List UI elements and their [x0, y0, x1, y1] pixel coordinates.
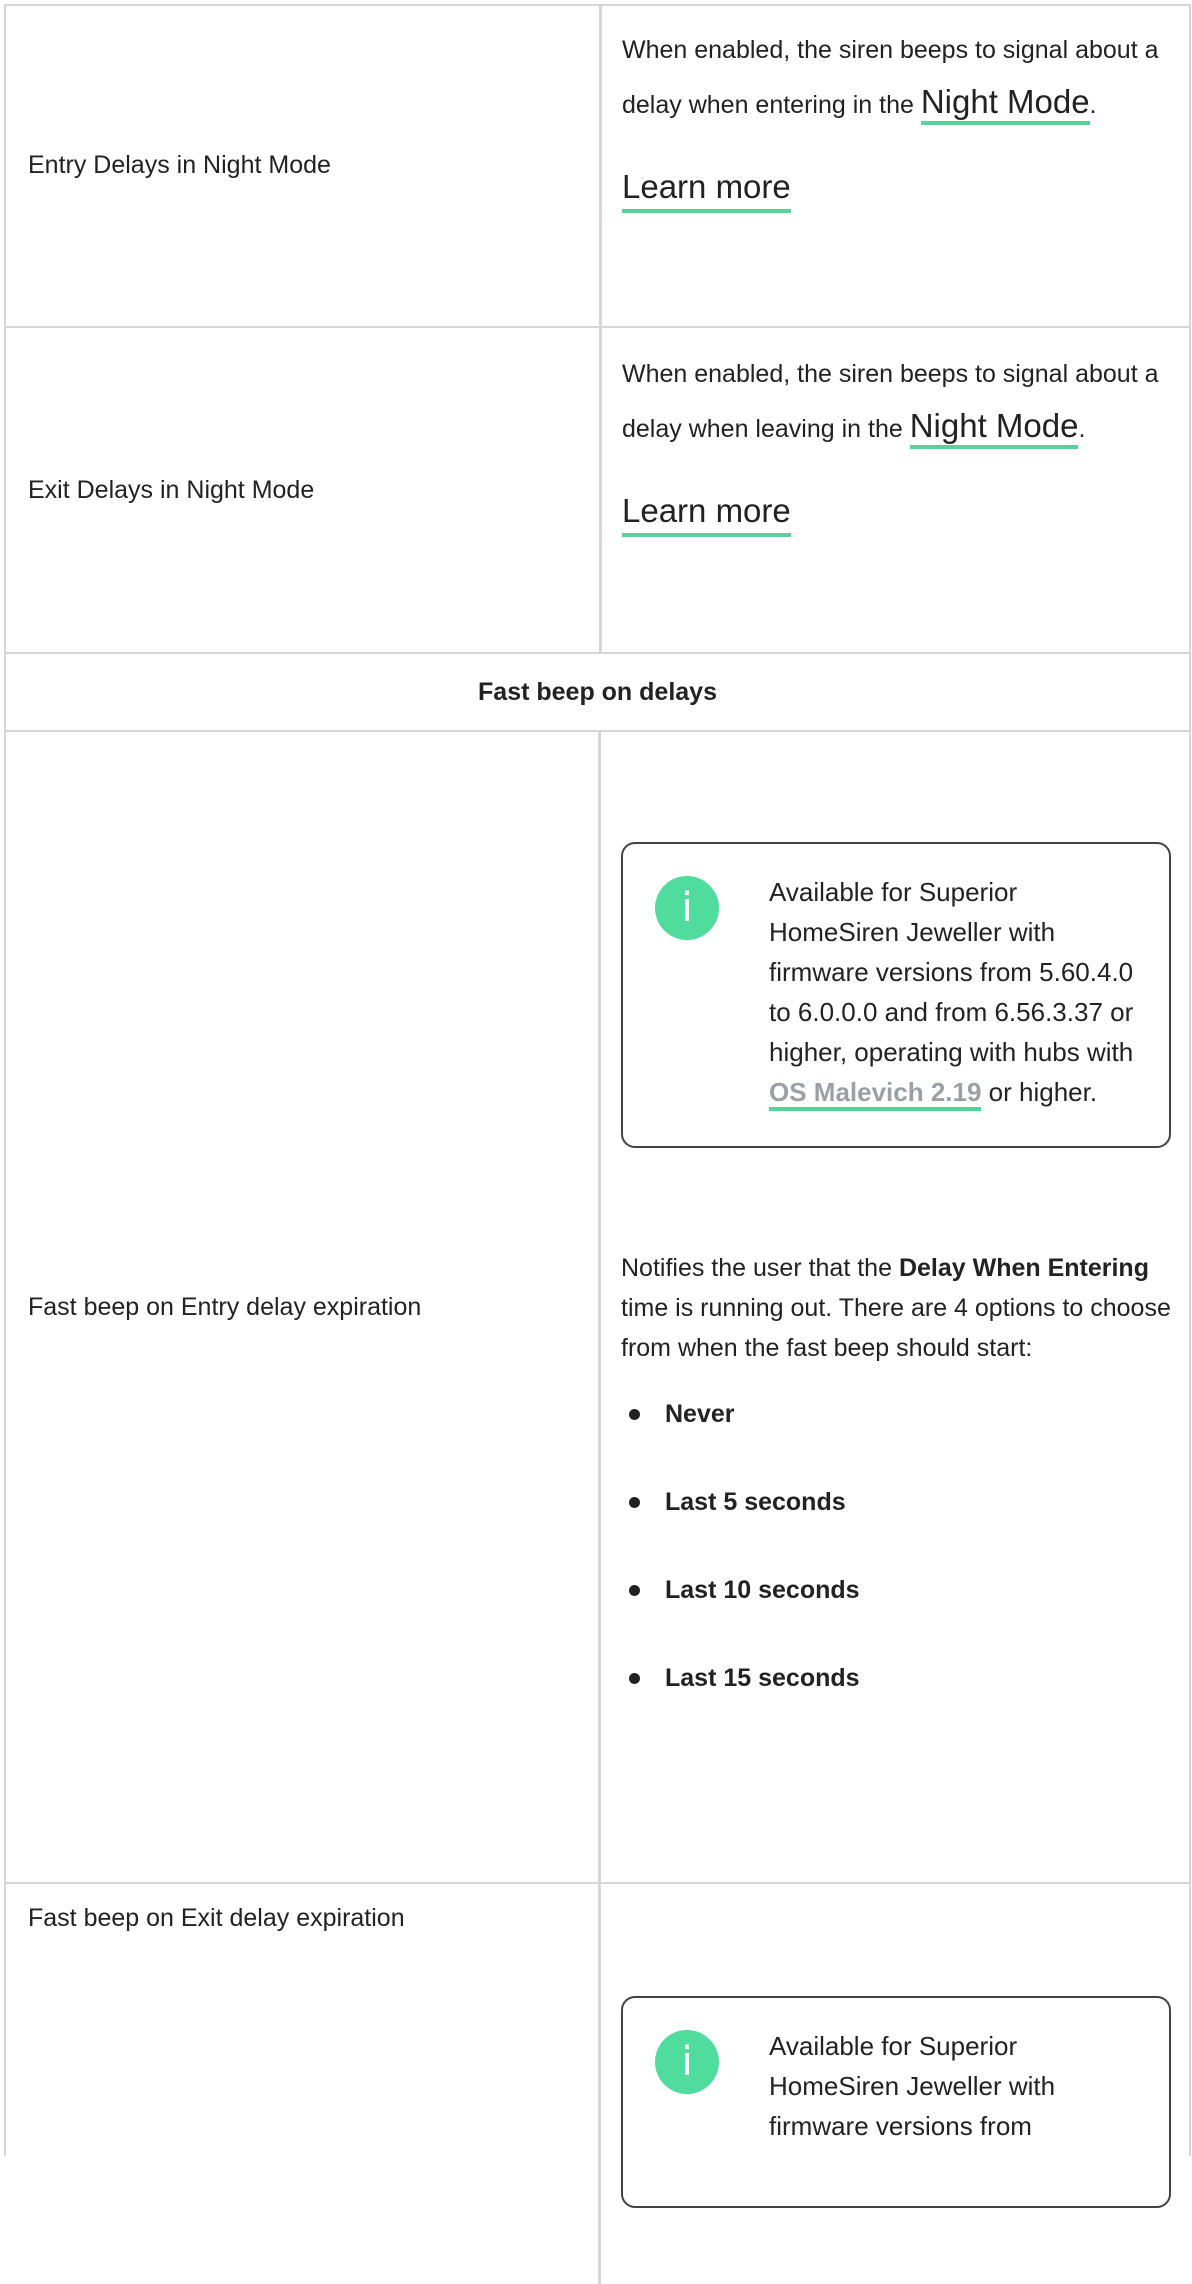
info-note: i Available for Superior HomeSiren Jewel… — [621, 1996, 1171, 2208]
description-suffix: . — [1078, 415, 1086, 443]
description-suffix: . — [1089, 91, 1097, 119]
list-item: Last 5 seconds — [621, 1484, 1171, 1520]
setting-label-text: Fast beep on Entry delay expiration — [28, 1293, 422, 1321]
section-heading: Fast beep on delays — [4, 654, 1191, 732]
list-item: Never — [621, 1396, 1171, 1432]
section-heading-text: Fast beep on delays — [478, 677, 717, 706]
note-text: Available for Superior HomeSiren Jewelle… — [769, 2031, 1056, 2141]
setting-description: i Available for Superior HomeSiren Jewel… — [601, 732, 1191, 1882]
setting-label: Entry Delays in Night Mode — [4, 4, 602, 326]
info-icon: i — [655, 2030, 719, 2094]
description-bold: Delay When Entering — [898, 1254, 1149, 1282]
list-item: Last 15 seconds — [621, 1660, 1171, 1696]
night-mode-link[interactable]: Night Mode — [909, 407, 1079, 449]
description-text: Notifies the user that the — [621, 1254, 899, 1282]
table-row: Entry Delays in Night Mode When enabled,… — [4, 4, 1191, 328]
table-row: Fast beep on Exit delay expiration i Ava… — [4, 1884, 1191, 2284]
learn-more-link[interactable]: Learn more — [622, 165, 791, 213]
info-note-text: Available for Superior HomeSiren Jewelle… — [769, 872, 1149, 1112]
table-row: Fast beep on Entry delay expiration i Av… — [4, 732, 1191, 1884]
options-list: Never Last 5 seconds Last 10 seconds Las… — [621, 1396, 1171, 1696]
setting-description: i Available for Superior HomeSiren Jewel… — [601, 1884, 1191, 2284]
os-malevich-link[interactable]: OS Malevich 2.19 — [769, 1077, 982, 1111]
learn-more-link[interactable]: Learn more — [622, 489, 791, 537]
setting-label: Fast beep on Entry delay expiration — [4, 732, 601, 1882]
setting-description: When enabled, the siren beeps to signal … — [602, 328, 1191, 652]
setting-label: Fast beep on Exit delay expiration — [4, 1884, 601, 2284]
table-row: Exit Delays in Night Mode When enabled, … — [4, 328, 1191, 654]
settings-table: Entry Delays in Night Mode When enabled,… — [4, 4, 1191, 2284]
setting-label: Exit Delays in Night Mode — [4, 328, 602, 652]
info-note: i Available for Superior HomeSiren Jewel… — [621, 842, 1171, 1148]
setting-label-text: Exit Delays in Night Mode — [28, 476, 315, 504]
setting-label-text: Fast beep on Exit delay expiration — [28, 1904, 405, 1932]
note-text: Available for Superior HomeSiren Jewelle… — [769, 877, 1134, 1067]
setting-description: When enabled, the siren beeps to signal … — [602, 4, 1191, 326]
list-item: Last 10 seconds — [621, 1572, 1171, 1608]
setting-label-text: Entry Delays in Night Mode — [28, 151, 331, 179]
info-note-text: Available for Superior HomeSiren Jewelle… — [769, 2026, 1149, 2146]
note-suffix: or higher. — [981, 1077, 1098, 1107]
night-mode-link[interactable]: Night Mode — [920, 83, 1090, 125]
description-suffix: time is running out. There are 4 options… — [621, 1294, 1171, 1362]
info-icon: i — [655, 876, 719, 940]
fast-beep-description: Notifies the user that the Delay When En… — [621, 1248, 1171, 1368]
